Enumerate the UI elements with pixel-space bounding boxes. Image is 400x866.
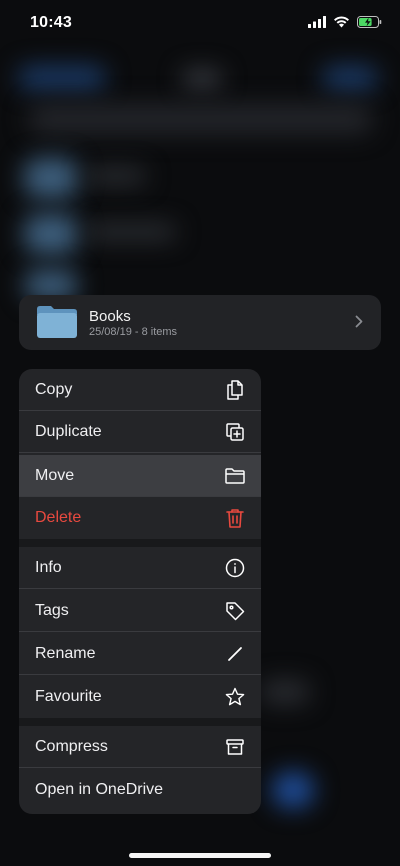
menu-separator [19,539,261,547]
status-icons [308,16,382,28]
menu-item-duplicate[interactable]: Duplicate [19,411,261,453]
pencil-icon [228,647,242,661]
folder-name: Books [89,308,131,325]
tag-icon [226,602,245,621]
menu-item-label: Favourite [35,688,102,705]
menu-item-tags[interactable]: Tags [19,590,261,632]
menu-item-label: Open in OneDrive [35,781,164,798]
duplicate-plus-icon [226,423,244,441]
menu-item-label: Duplicate [35,423,102,440]
menu-item-label: Move [35,467,75,484]
chevron-right-icon [355,315,363,328]
folder-card-books[interactable]: Books 25/08/19 - 8 items [19,295,381,350]
archive-box-icon [226,739,244,755]
star-icon [225,687,245,706]
wifi-icon [334,16,349,28]
menu-item-move[interactable]: Move [19,455,261,497]
home-indicator[interactable] [129,853,271,858]
context-menu: Copy Duplicate Move Delete Info Tags Ren… [19,369,261,814]
menu-item-compress[interactable]: Compress [19,726,261,768]
menu-item-info[interactable]: Info [19,547,261,589]
menu-item-label: Tags [35,602,69,619]
folder-meta: 25/08/19 - 8 items [89,326,178,338]
menu-item-label: Copy [35,381,73,398]
trash-icon [226,509,244,528]
menu-item-delete[interactable]: Delete [19,497,261,539]
menu-item-label: Compress [35,738,108,755]
status-bar: 10:43 [0,0,400,46]
info-icon [225,558,245,578]
menu-separator [19,718,261,726]
menu-item-label: Rename [35,645,96,662]
folder-icon [37,306,77,338]
document-copy-icon [227,380,243,400]
menu-item-open-in-onedrive[interactable]: Open in OneDrive [19,769,261,811]
status-time: 10:43 [30,14,72,31]
cellular-signal-icon [308,16,326,28]
menu-item-favourite[interactable]: Favourite [19,676,261,718]
menu-item-copy[interactable]: Copy [19,369,261,411]
folder-icon [225,468,245,484]
battery-charging-icon [357,16,382,28]
menu-item-rename[interactable]: Rename [19,633,261,675]
menu-item-label: Delete [35,509,82,526]
menu-item-label: Info [35,559,62,576]
